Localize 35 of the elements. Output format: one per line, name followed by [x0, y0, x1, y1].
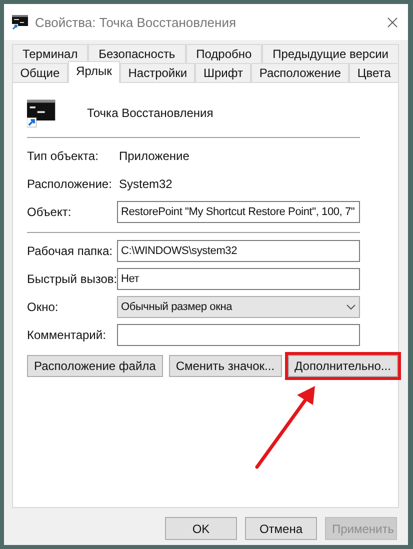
input-field[interactable]: C:\WINDOWS\system32 [117, 240, 360, 262]
tab[interactable]: Терминал [12, 44, 88, 63]
tab[interactable]: Шрифт [195, 63, 252, 82]
button[interactable]: Дополнительно... [288, 355, 398, 377]
button[interactable]: OK [165, 517, 237, 540]
chevron-icon [346, 304, 356, 310]
tab[interactable]: Цвета [349, 63, 399, 82]
button[interactable]: Отмена [245, 517, 317, 540]
console-icon [12, 14, 28, 30]
tab[interactable]: Общие [12, 63, 68, 82]
shortcut-name: Точка Восстановления [87, 106, 214, 120]
field-label: Объект: [27, 205, 72, 219]
close-icon[interactable] [387, 16, 398, 28]
field-label: Рабочая папка: [27, 244, 114, 258]
field-label: Комментарий: [27, 328, 107, 342]
tab[interactable]: Предыдущие версии [262, 44, 399, 63]
field-value: Приложение [118, 149, 190, 163]
tab[interactable]: Ярлык [68, 61, 120, 83]
tab[interactable]: Подробно [186, 44, 262, 63]
field-label: Тип объекта: [27, 149, 100, 163]
button[interactable]: Сменить значок... [168, 355, 282, 377]
button[interactable]: Расположение файла [27, 355, 163, 377]
window-title: Свойства: Точка Восстановления [35, 14, 238, 30]
field-label: Расположение: [27, 177, 113, 191]
field-value: System32 [118, 177, 172, 191]
tab[interactable]: Безопасность [88, 44, 186, 63]
dropdown[interactable]: Обычный размер окна [117, 296, 360, 318]
tab[interactable]: Настройки [120, 63, 196, 82]
field-label: Окно: [27, 300, 60, 314]
console-icon [27, 98, 57, 128]
field-label: Быстрый вызов: [27, 272, 117, 286]
input-field[interactable]: Нет [117, 268, 360, 290]
input-field[interactable] [117, 324, 360, 346]
tab[interactable]: Расположение [251, 63, 350, 82]
input-field[interactable]: RestorePoint "My Shortcut Restore Point", 100, 7" [117, 201, 360, 223]
